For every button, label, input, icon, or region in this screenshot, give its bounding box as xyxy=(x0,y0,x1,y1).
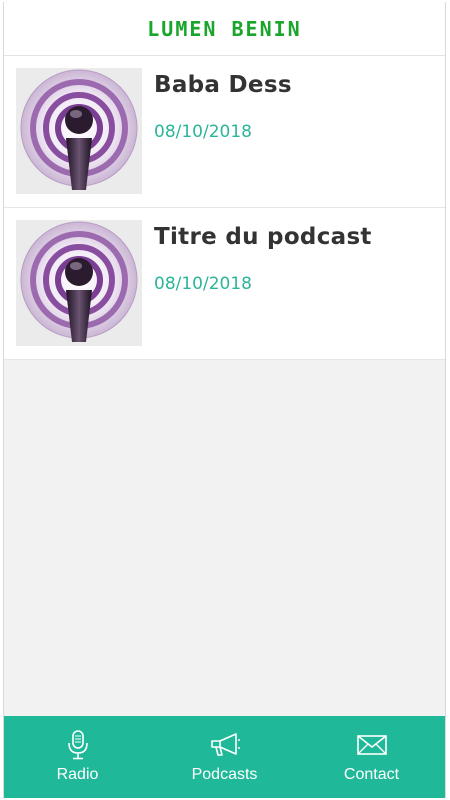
app-header: LUMEN BENIN xyxy=(4,2,445,56)
tab-contact[interactable]: Contact xyxy=(298,716,445,798)
megaphone-icon xyxy=(209,730,241,760)
podcast-date: 08/10/2018 xyxy=(154,122,252,142)
podcast-title: Titre du podcast xyxy=(154,224,372,250)
microphone-icon xyxy=(66,730,90,760)
podcast-list: Baba Dess 08/10/2018 Titre du podcast 08… xyxy=(4,56,445,360)
podcast-title: Baba Dess xyxy=(154,72,292,98)
tab-contact-label: Contact xyxy=(343,766,400,783)
podcast-icon xyxy=(16,68,142,194)
envelope-icon xyxy=(356,730,388,760)
podcast-date: 08/10/2018 xyxy=(154,274,252,294)
bottom-tab-bar: Radio Podcasts Contact xyxy=(4,716,445,798)
tab-radio[interactable]: Radio xyxy=(4,716,151,798)
app-logo: LUMEN BENIN xyxy=(147,16,302,41)
tab-podcasts[interactable]: Podcasts xyxy=(151,716,298,798)
podcast-item[interactable]: Baba Dess 08/10/2018 xyxy=(4,56,445,208)
app-frame: LUMEN BENIN Baba Dess 08/10/2018 Titre d… xyxy=(3,2,446,798)
podcast-item[interactable]: Titre du podcast 08/10/2018 xyxy=(4,208,445,360)
tab-radio-label: Radio xyxy=(56,766,99,783)
podcast-icon xyxy=(16,220,142,346)
tab-podcasts-label: Podcasts xyxy=(191,766,258,783)
